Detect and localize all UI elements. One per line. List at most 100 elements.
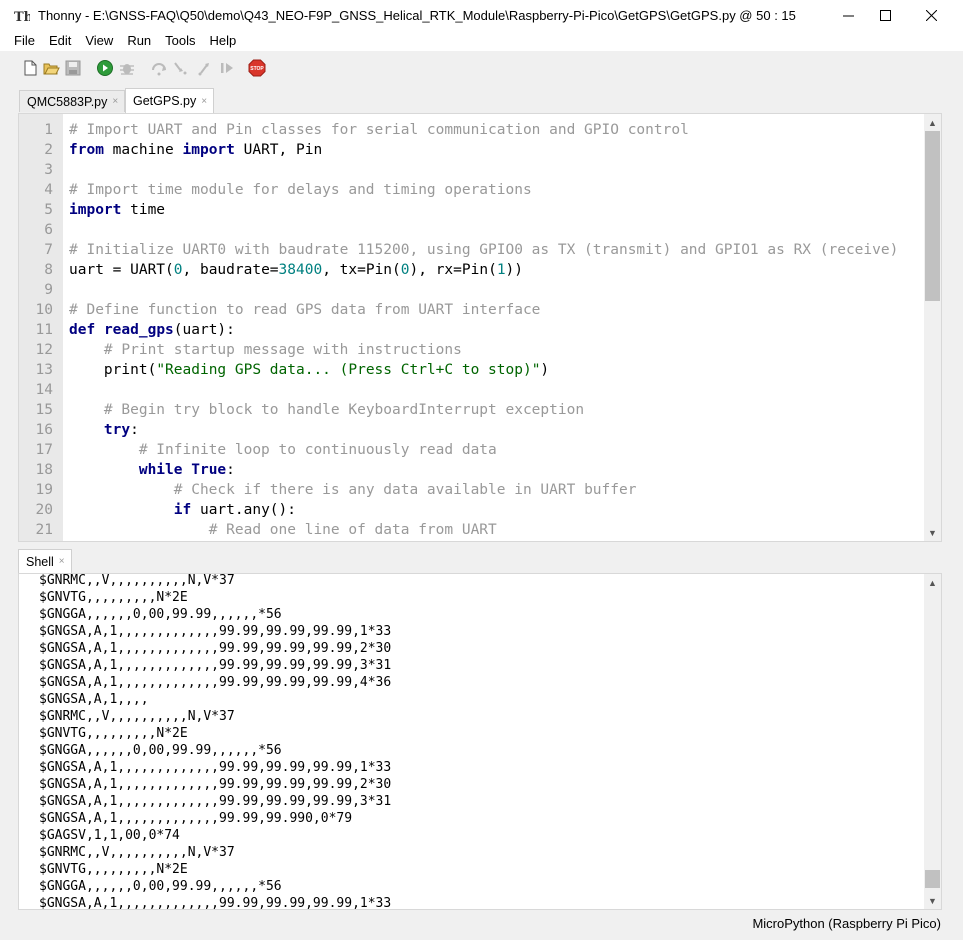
shell-line: $GNVTG,,,,,,,,,N*2E xyxy=(39,862,188,877)
line-number: 11 xyxy=(35,322,53,338)
menu-view[interactable]: View xyxy=(78,31,120,51)
debug-icon[interactable] xyxy=(118,59,136,77)
status-bar: MicroPython (Raspberry Pi Pico) xyxy=(0,910,963,940)
code-token-fn: read_gps xyxy=(103,322,174,338)
line-number: 3 xyxy=(44,162,53,178)
shell-line: $GNGSA,A,1,,,,,,,,,,,,,99.99,99.99,99.99… xyxy=(39,641,392,656)
code-line[interactable]: import time xyxy=(69,200,165,220)
tab-getgps[interactable]: GetGPS.py × xyxy=(125,88,215,113)
maximize-icon xyxy=(879,10,891,21)
close-window-button[interactable] xyxy=(908,0,954,31)
code-token-kw: import xyxy=(182,142,235,158)
code-token: : xyxy=(130,422,139,438)
editor-tab-bar: QMC5883P.py × GetGPS.py × xyxy=(0,88,963,113)
tab-shell[interactable]: Shell × xyxy=(18,549,72,573)
code-token: print( xyxy=(69,362,157,378)
menu-run[interactable]: Run xyxy=(120,31,158,51)
shell-vertical-scrollbar[interactable]: ▲ ▼ xyxy=(924,574,941,909)
code-token: )) xyxy=(505,262,524,278)
code-token: UART, Pin xyxy=(234,142,323,158)
line-number: 5 xyxy=(44,202,53,218)
save-icon[interactable] xyxy=(64,59,82,77)
code-area[interactable]: # Import UART and Pin classes for serial… xyxy=(69,114,923,541)
scroll-down-icon[interactable]: ▼ xyxy=(924,892,941,909)
code-line[interactable]: # Read one line of data from UART xyxy=(69,520,497,540)
scroll-up-icon[interactable]: ▲ xyxy=(924,574,941,591)
tab-close-icon[interactable]: × xyxy=(59,556,65,567)
new-file-icon[interactable] xyxy=(21,59,39,77)
shell-scroll-thumb[interactable] xyxy=(925,870,940,888)
shell-line: $GNRMC,,V,,,,,,,,,,N,V*37 xyxy=(39,845,235,860)
shell-tab-bar: Shell × xyxy=(0,549,963,573)
shell-line: $GAGSV,1,1,00,0*74 xyxy=(39,828,180,843)
tab-qmc5883p[interactable]: QMC5883P.py × xyxy=(19,90,126,112)
menu-file[interactable]: File xyxy=(0,31,42,51)
code-line[interactable]: uart = UART(0, baudrate=38400, tx=Pin(0)… xyxy=(69,260,523,280)
toolbar: STOP xyxy=(0,51,963,85)
code-line[interactable]: # Initialize UART0 with baudrate 115200,… xyxy=(69,240,898,260)
shell-line: $GNVTG,,,,,,,,,N*2E xyxy=(39,726,188,741)
tab-label: GetGPS.py xyxy=(133,94,197,108)
title-bar: Th Thonny - E:\GNSS-FAQ\Q50\demo\Q43_NEO… xyxy=(0,0,963,31)
shell-line: $GNGSA,A,1,,,,,,,,,,,,,99.99,99.99,99.99… xyxy=(39,794,392,809)
code-line[interactable]: while True: xyxy=(69,460,235,480)
code-line[interactable]: # Define function to read GPS data from … xyxy=(69,300,540,320)
resume-icon[interactable] xyxy=(218,59,236,77)
code-line[interactable]: print("Reading GPS data... (Press Ctrl+C… xyxy=(69,360,549,380)
line-number: 17 xyxy=(35,442,53,458)
tab-close-icon[interactable]: × xyxy=(112,96,118,107)
code-line[interactable]: def read_gps(uart): xyxy=(69,320,235,340)
code-line[interactable]: # Import time module for delays and timi… xyxy=(69,180,532,200)
maximize-button[interactable] xyxy=(862,0,908,31)
code-token-cm: # Import UART and Pin classes for serial… xyxy=(69,122,689,138)
tab-label: Shell xyxy=(26,554,54,569)
shell-line: $GNGSA,A,1,,,, xyxy=(39,692,149,707)
code-token: time xyxy=(121,202,166,218)
code-token-num: 0 xyxy=(173,262,183,278)
window-title: Thonny - E:\GNSS-FAQ\Q50\demo\Q43_NEO-F9… xyxy=(38,8,796,23)
code-editor[interactable]: 1 2 3 4 5 6 7 8 9 10 11 12 13 14 15 16 17 18 19 20 21 # Impo… xyxy=(18,113,942,542)
code-line[interactable]: # Begin try block to handle KeyboardInte… xyxy=(69,400,584,420)
stop-icon[interactable]: STOP xyxy=(248,59,266,77)
code-line[interactable]: # Infinite loop to continuously read dat… xyxy=(69,440,497,460)
menu-help[interactable]: Help xyxy=(203,31,244,51)
scroll-up-icon[interactable]: ▲ xyxy=(924,114,941,131)
step-over-icon[interactable] xyxy=(150,59,168,77)
menu-bar: File Edit View Run Tools Help xyxy=(0,31,963,51)
code-token-cm: # Read one line of data from UART xyxy=(208,522,497,538)
run-icon[interactable] xyxy=(96,59,114,77)
shell-line: $GNRMC,,V,,,,,,,,,,N,V*37 xyxy=(39,709,235,724)
line-number: 10 xyxy=(35,302,53,318)
step-out-icon[interactable] xyxy=(196,59,214,77)
editor-vertical-scrollbar[interactable]: ▲ ▼ xyxy=(924,114,941,541)
code-line[interactable]: if uart.any(): xyxy=(69,500,296,520)
code-line[interactable]: # Print startup message with instruction… xyxy=(69,340,462,360)
line-number: 7 xyxy=(44,242,53,258)
code-line[interactable]: from machine import UART, Pin xyxy=(69,140,322,160)
code-token: ), rx=Pin( xyxy=(409,262,497,278)
code-token: ) xyxy=(540,362,550,378)
step-into-icon[interactable] xyxy=(172,59,190,77)
shell-console[interactable]: $GNRMC,,V,,,,,,,,,,N,V*37 $GNVTG,,,,,,,,,… xyxy=(18,573,942,910)
shell-line: $GNGSA,A,1,,,,,,,,,,,,,99.99,99.99,99.99… xyxy=(39,658,392,673)
interpreter-status[interactable]: MicroPython (Raspberry Pi Pico) xyxy=(752,916,941,931)
open-file-icon[interactable] xyxy=(42,59,60,77)
line-number: 1 xyxy=(44,122,53,138)
tab-close-icon[interactable]: × xyxy=(201,96,207,107)
code-token-cm: # Begin try block to handle KeyboardInte… xyxy=(103,402,585,418)
editor-scroll-thumb[interactable] xyxy=(925,131,940,301)
code-token-num: 38400 xyxy=(278,262,323,278)
line-number: 18 xyxy=(35,462,53,478)
code-line[interactable]: try: xyxy=(69,420,139,440)
svg-text:Th: Th xyxy=(14,10,30,24)
code-line[interactable]: # Import UART and Pin classes for serial… xyxy=(69,120,689,140)
code-line[interactable]: # Check if there is any data available i… xyxy=(69,480,637,500)
scroll-down-icon[interactable]: ▼ xyxy=(924,524,941,541)
menu-edit[interactable]: Edit xyxy=(42,31,78,51)
code-token-cm: # Initialize UART0 with baudrate 115200,… xyxy=(69,242,899,258)
menu-tools[interactable]: Tools xyxy=(158,31,202,51)
line-number: 19 xyxy=(35,482,53,498)
